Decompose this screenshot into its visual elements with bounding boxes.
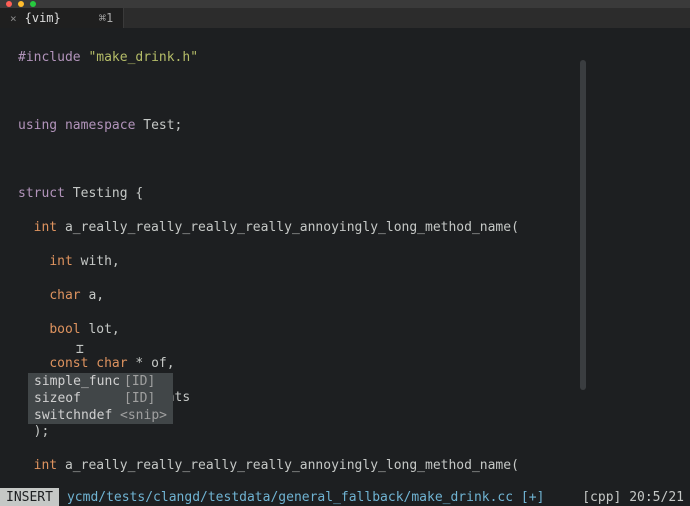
- status-right: [cpp] 20:5/21: [582, 489, 690, 506]
- type-token: char: [96, 356, 127, 371]
- ident-token: a,: [88, 288, 104, 303]
- completion-kind: [ID]: [124, 390, 155, 407]
- tab-vim[interactable]: × {vim} ⌘1: [0, 8, 124, 28]
- type-token: const: [49, 356, 88, 371]
- type-token: int: [34, 220, 57, 235]
- zoom-window-icon[interactable]: [30, 1, 36, 7]
- window-titlebar: [0, 0, 690, 8]
- ident-token: Testing {: [73, 186, 143, 201]
- completion-item[interactable]: simple_func [ID]: [28, 373, 173, 390]
- completion-word: sizeof: [34, 390, 124, 407]
- completion-item[interactable]: switchndef <snip>: [28, 407, 173, 424]
- tab-label: {vim}: [25, 10, 61, 27]
- completion-word: switchndef: [34, 407, 120, 424]
- completion-popup[interactable]: simple_func [ID] sizeof [ID] switchndef …: [28, 373, 173, 424]
- tab-bar: × {vim} ⌘1: [0, 8, 690, 28]
- completion-word: simple_func: [34, 373, 124, 390]
- ident-token: * of,: [128, 356, 175, 371]
- mode-indicator: INSERT: [0, 488, 59, 506]
- fn-token: a_really_really_really_really_annoyingly…: [65, 220, 519, 235]
- close-window-icon[interactable]: [6, 1, 12, 7]
- completion-kind: <snip>: [120, 407, 167, 424]
- keyword-token: struct: [18, 186, 65, 201]
- status-bar: INSERT ycmd/tests/clangd/testdata/genera…: [0, 488, 690, 506]
- type-token: bool: [49, 322, 80, 337]
- completion-kind: [ID]: [124, 373, 155, 390]
- cursor-position: 20:5/21: [629, 490, 684, 505]
- close-icon[interactable]: ×: [10, 10, 17, 27]
- keyword-token: namespace: [65, 118, 135, 133]
- minimize-window-icon[interactable]: [18, 1, 24, 7]
- scrollbar-thumb[interactable]: [580, 60, 586, 390]
- type-token: int: [34, 458, 57, 473]
- file-path: ycmd/tests/clangd/testdata/general_fallb…: [59, 489, 582, 506]
- preproc-token: #include: [18, 50, 81, 65]
- filetype-indicator: [cpp]: [582, 490, 621, 505]
- scrollbar-track[interactable]: [578, 28, 586, 488]
- ident-token: lot,: [88, 322, 119, 337]
- ident-token: with,: [81, 254, 120, 269]
- string-token: "make_drink.h": [88, 50, 198, 65]
- tab-shortcut: ⌘1: [99, 10, 113, 27]
- type-token: char: [49, 288, 80, 303]
- fn-token: a_really_really_really_really_annoyingly…: [65, 458, 519, 473]
- modified-flag: [+]: [521, 490, 544, 505]
- keyword-token: using: [18, 118, 57, 133]
- ident-token: Test;: [143, 118, 182, 133]
- punc-token: );: [18, 424, 49, 439]
- completion-item[interactable]: sizeof [ID]: [28, 390, 173, 407]
- type-token: int: [49, 254, 72, 269]
